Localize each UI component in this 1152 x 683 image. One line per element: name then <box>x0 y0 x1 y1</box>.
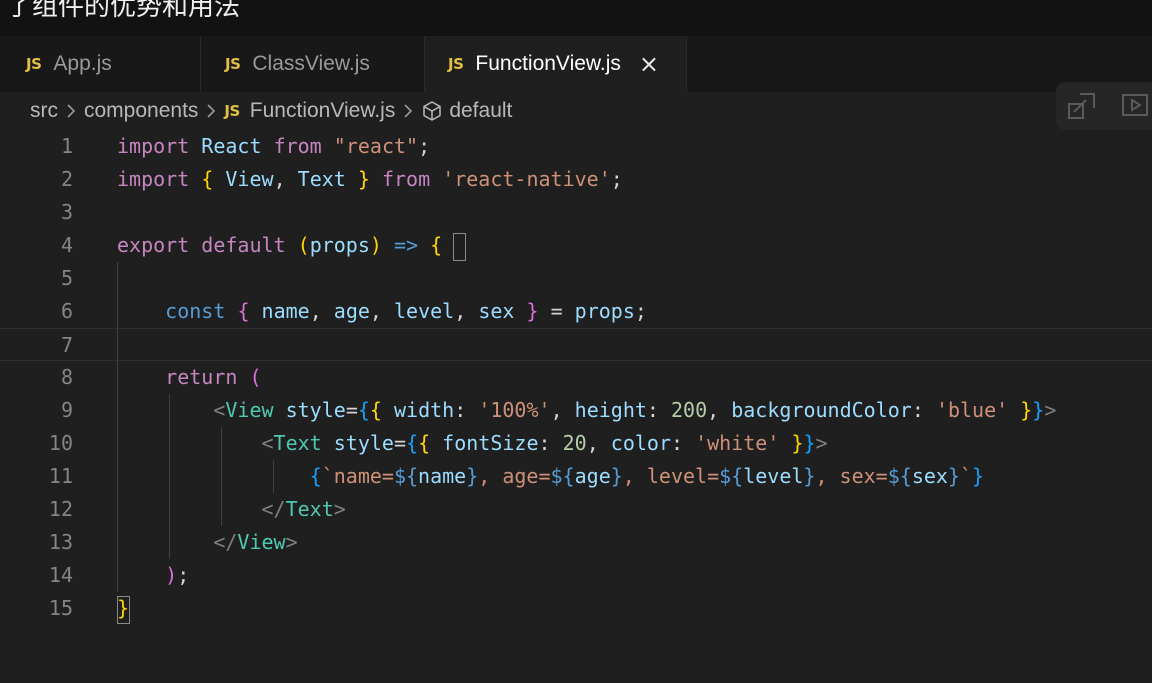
chevron-right-icon <box>206 103 216 119</box>
chevron-right-icon <box>403 103 413 119</box>
code-line: 11 {`name=${name}, age=${age}, level=${l… <box>0 460 1152 493</box>
code-text: ); <box>165 563 190 587</box>
line-number: 10 <box>48 431 73 455</box>
code-text: <View style={{ width: '100%', height: 20… <box>213 398 1057 422</box>
code-line: 1 import React from "react"; <box>0 130 1152 163</box>
code-text: const { name, age, level, sex } = props; <box>165 299 647 323</box>
code-line: 13 </View> <box>0 526 1152 559</box>
line-number: 11 <box>48 464 73 488</box>
code-line: 12 </Text> <box>0 493 1152 526</box>
js-file-icon: JS <box>224 102 240 120</box>
tab-functionview-js[interactable]: JS FunctionView.js × <box>425 36 687 92</box>
line-number: 9 <box>60 398 73 422</box>
line-number: 13 <box>48 530 73 554</box>
line-number: 2 <box>60 167 73 191</box>
tab-app-js[interactable]: JS App.js <box>0 36 201 92</box>
code-text: } <box>117 596 130 620</box>
close-icon[interactable]: × <box>639 52 659 76</box>
chevron-right-icon <box>66 103 76 119</box>
video-caption-strip: 了组件的优势和用法 <box>0 0 1152 36</box>
code-line: 6 const { name, age, level, sex } = prop… <box>0 295 1152 328</box>
code-text: </Text> <box>261 497 346 521</box>
code-line: 4 export default (props) => { <box>0 229 1152 262</box>
js-file-icon: JS <box>448 55 464 73</box>
tab-label: ClassView.js <box>252 52 370 75</box>
line-number: 14 <box>48 563 73 587</box>
code-text: </View> <box>213 530 298 554</box>
code-line: 3 <box>0 196 1152 229</box>
line-number: 5 <box>60 266 73 290</box>
cube-icon <box>421 100 443 122</box>
code-text: return ( <box>165 365 262 389</box>
line-number: 6 <box>60 299 73 323</box>
code-text: export default (props) => { <box>117 233 443 257</box>
line-number: 12 <box>48 497 73 521</box>
breadcrumb-file[interactable]: FunctionView.js <box>250 99 396 123</box>
editor-tab-bar: JS App.js JS ClassView.js JS FunctionVie… <box>0 36 1152 92</box>
js-file-icon: JS <box>225 55 241 73</box>
code-line: 5 <box>0 262 1152 295</box>
line-number: 4 <box>60 233 73 257</box>
line-number: 1 <box>60 134 73 158</box>
line-number: 8 <box>60 365 73 389</box>
code-editor[interactable]: 1 import React from "react"; 2 import { … <box>0 130 1152 683</box>
tab-label: App.js <box>53 52 112 75</box>
breadcrumb-components[interactable]: components <box>84 99 198 123</box>
code-text: {`name=${name}, age=${age}, level=${leve… <box>309 464 985 488</box>
line-number: 3 <box>60 200 73 224</box>
line-number: 7 <box>60 333 73 357</box>
tab-classview-js[interactable]: JS ClassView.js <box>201 36 425 92</box>
code-line: 10 <Text style={{ fontSize: 20, color: '… <box>0 427 1152 460</box>
code-line: 2 import { View, Text } from 'react-nati… <box>0 163 1152 196</box>
code-line: 14 ); <box>0 559 1152 592</box>
code-text: <Text style={{ fontSize: 20, color: 'whi… <box>261 431 828 455</box>
code-text: import { View, Text } from 'react-native… <box>117 167 623 191</box>
breadcrumb: src components JS FunctionView.js defaul… <box>0 92 1152 130</box>
tab-label: FunctionView.js <box>475 52 621 75</box>
breadcrumb-symbol[interactable]: default <box>449 99 512 123</box>
code-line: 8 return ( <box>0 361 1152 394</box>
code-line-current: 7 <box>0 328 1152 361</box>
code-text: import React from "react"; <box>117 134 431 158</box>
caption-text: 了组件的优势和用法 <box>6 0 241 22</box>
js-file-icon: JS <box>26 55 42 73</box>
code-line: 9 <View style={{ width: '100%', height: … <box>0 394 1152 427</box>
breadcrumb-src[interactable]: src <box>30 99 58 123</box>
line-number: 15 <box>48 596 73 620</box>
code-line: 15 } <box>0 592 1152 625</box>
